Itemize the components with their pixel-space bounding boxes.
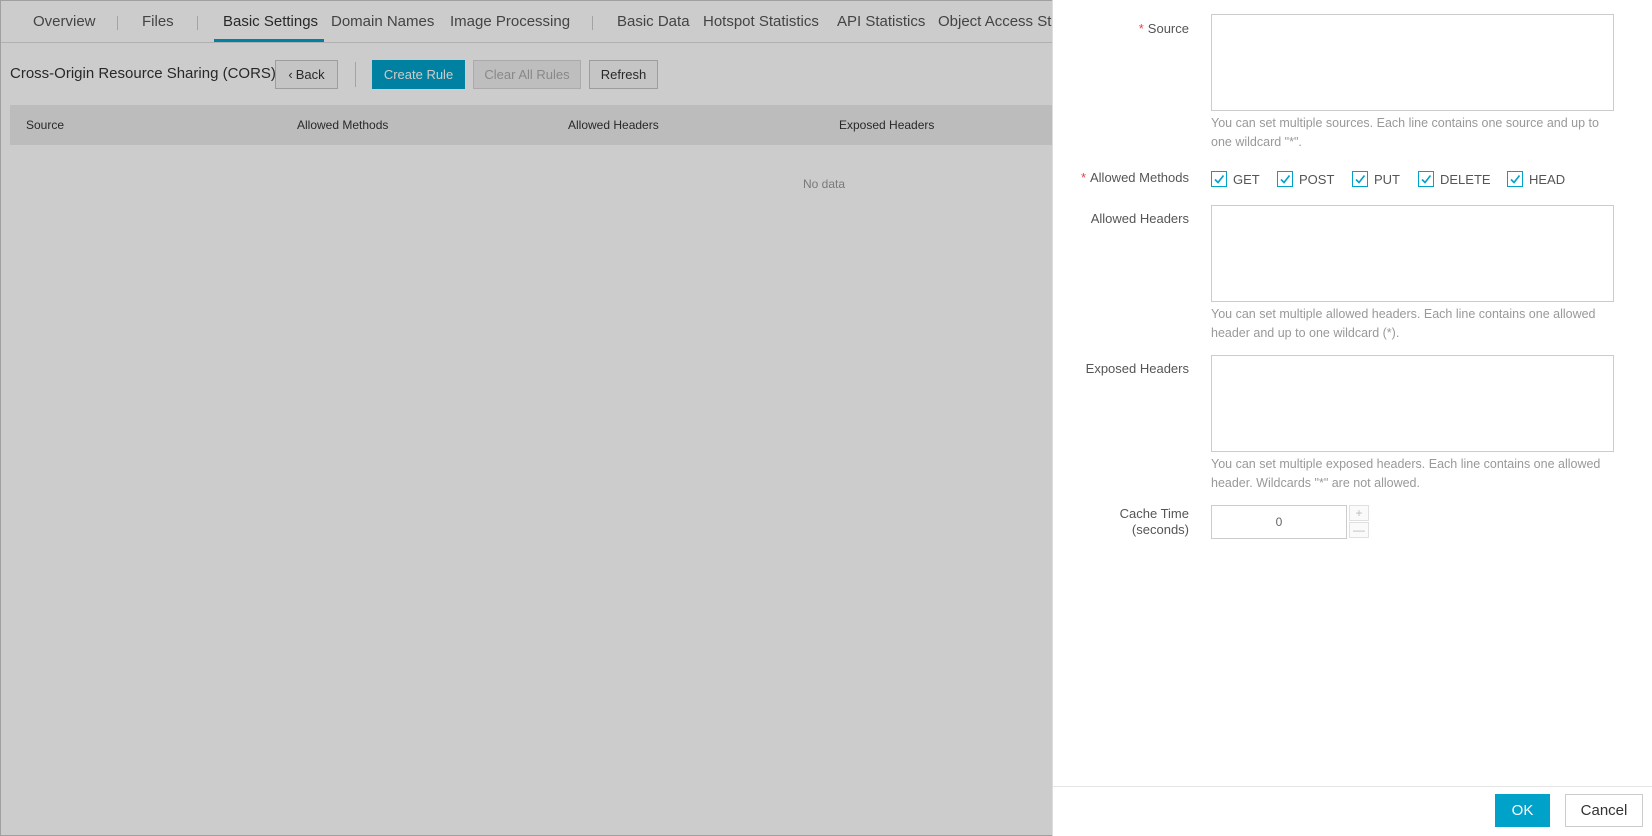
allowed-headers-hint: You can set multiple allowed headers. Ea… bbox=[1211, 307, 1596, 340]
required-marker: * bbox=[1080, 170, 1086, 185]
checkbox-checked-icon bbox=[1352, 171, 1368, 187]
method-label-head: HEAD bbox=[1529, 171, 1566, 187]
exposed-headers-textarea[interactable] bbox=[1211, 355, 1614, 452]
cache-time-label: Cache Time bbox=[1119, 506, 1189, 521]
method-checkbox-post[interactable]: POST bbox=[1277, 171, 1334, 187]
method-label-put: PUT bbox=[1374, 171, 1400, 187]
cache-time-decrement-button[interactable]: — bbox=[1349, 522, 1369, 538]
panel-footer-divider bbox=[1053, 786, 1652, 787]
method-label-post: POST bbox=[1299, 171, 1335, 187]
exposed-headers-hint: You can set multiple exposed headers. Ea… bbox=[1211, 457, 1601, 490]
source-label-text: Source bbox=[1147, 21, 1189, 36]
allowed-headers-label: Allowed Headers bbox=[1090, 211, 1189, 226]
cache-time-increment-button[interactable]: + bbox=[1349, 505, 1369, 521]
allowed-methods-label-text: Allowed Methods bbox=[1090, 170, 1189, 185]
checkbox-checked-icon bbox=[1507, 171, 1523, 187]
method-label-get: GET bbox=[1233, 171, 1260, 187]
allowed-headers-textarea[interactable] bbox=[1211, 205, 1614, 302]
cache-time-input[interactable] bbox=[1211, 505, 1347, 539]
method-checkbox-delete[interactable]: DELETE bbox=[1418, 171, 1491, 187]
form-labels: * Source * Allowed Methods Allowed Headers… bbox=[1053, 0, 1189, 836]
cancel-button[interactable]: Cancel bbox=[1565, 794, 1643, 827]
method-checkbox-head[interactable]: HEAD bbox=[1507, 171, 1565, 187]
create-cors-rule-panel: * Source * Allowed Methods Allowed Headers… bbox=[1052, 0, 1652, 836]
method-checkbox-get[interactable]: GET bbox=[1211, 171, 1260, 187]
checkbox-checked-icon bbox=[1211, 171, 1227, 187]
checkbox-checked-icon bbox=[1418, 171, 1434, 187]
cache-time-unit-label: (seconds) bbox=[1131, 522, 1189, 537]
modal-overlay[interactable] bbox=[0, 0, 1052, 836]
required-marker: * bbox=[1138, 21, 1144, 36]
checkbox-checked-icon bbox=[1277, 171, 1293, 187]
source-hint: You can set multiple sources. Each line … bbox=[1211, 116, 1599, 149]
method-label-delete: DELETE bbox=[1440, 171, 1491, 187]
exposed-headers-label: Exposed Headers bbox=[1085, 361, 1189, 376]
allowed-methods-label: * Allowed Methods bbox=[1019, 170, 1189, 186]
ok-button[interactable]: OK bbox=[1495, 794, 1550, 827]
source-textarea[interactable] bbox=[1211, 14, 1614, 111]
method-checkbox-put[interactable]: PUT bbox=[1352, 171, 1400, 187]
source-label: * Source bbox=[1019, 21, 1189, 37]
